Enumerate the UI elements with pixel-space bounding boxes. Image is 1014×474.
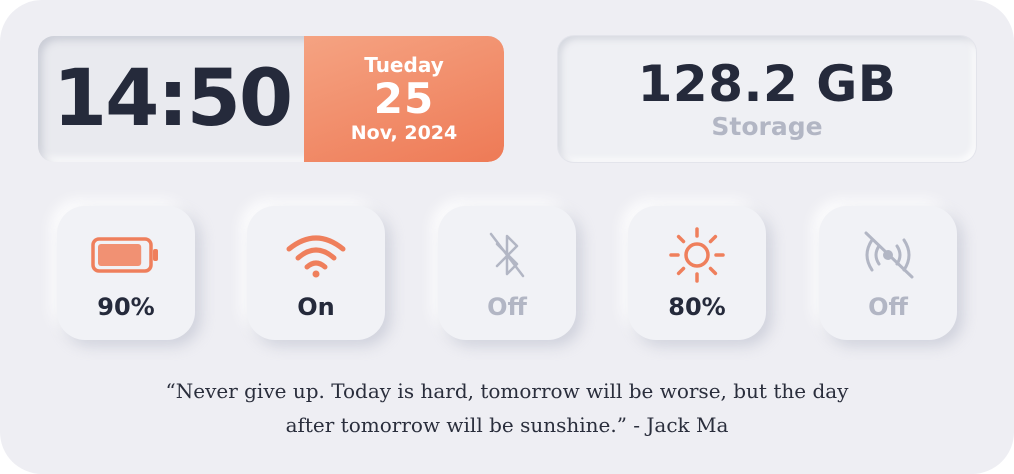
quote: “Never give up. Today is hard, tomorrow … (100, 374, 914, 442)
storage-value: 128.2 GB (637, 55, 897, 113)
battery-tile[interactable]: 90% (57, 206, 195, 340)
storage-label: Storage (711, 112, 823, 141)
wifi-tile[interactable]: On (247, 206, 385, 340)
brightness-tile[interactable]: 80% (628, 206, 766, 340)
wifi-label: On (297, 293, 335, 321)
date-month-year: Nov, 2024 (350, 122, 458, 144)
quote-line-1: “Never give up. Today is hard, tomorrow … (165, 379, 849, 403)
hotspot-off-icon (853, 230, 923, 280)
dashboard-widget: 14:50 Tueday 25 Nov, 2024 128.2 GB Stora… (0, 0, 1014, 474)
quote-line-2: after tomorrow will be sunshine.” - Jack… (285, 413, 729, 437)
battery-icon (91, 230, 161, 280)
bluetooth-label: Off (487, 293, 527, 321)
time-date-card: 14:50 Tueday 25 Nov, 2024 (38, 36, 504, 162)
hotspot-label: Off (868, 293, 908, 321)
clock-time: 14:50 (52, 54, 293, 144)
date-day: 25 (373, 74, 435, 123)
hotspot-tile[interactable]: Off (819, 206, 957, 340)
battery-label: 90% (97, 293, 155, 321)
storage-card: 128.2 GB Storage (558, 36, 976, 162)
brightness-icon (662, 227, 732, 283)
date-block: Tueday 25 Nov, 2024 (304, 36, 504, 162)
bluetooth-tile[interactable]: Off (438, 206, 576, 340)
wifi-icon (281, 230, 351, 280)
bluetooth-icon (472, 230, 542, 280)
brightness-label: 80% (668, 293, 726, 321)
